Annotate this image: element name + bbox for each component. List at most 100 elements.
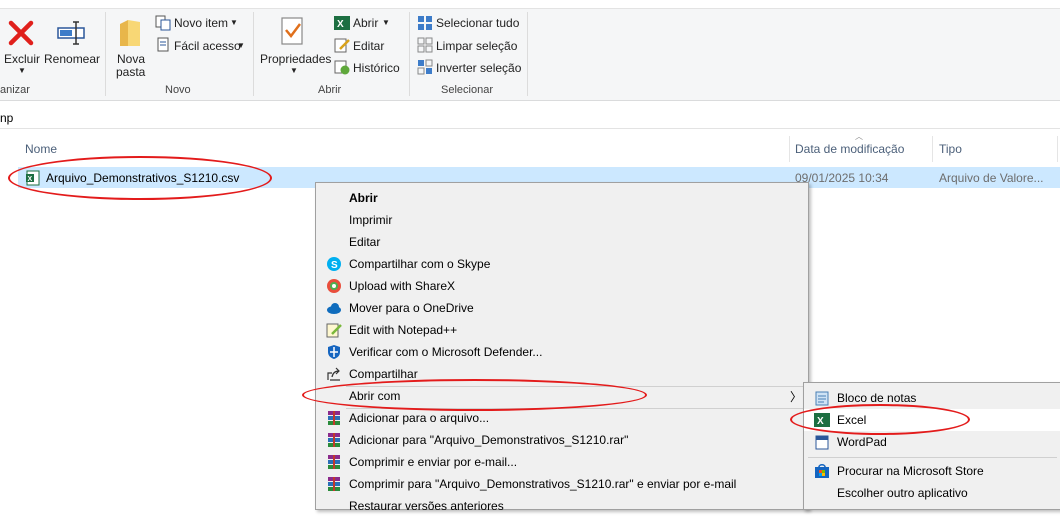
defender-shield-icon [328, 345, 340, 359]
menu-item-editar[interactable]: Editar [316, 231, 808, 253]
inverter-selecao-button[interactable]: Inverter seleção [417, 59, 523, 77]
ribbon-divider [527, 12, 528, 96]
historico-button[interactable]: Histórico [334, 59, 404, 77]
column-header-tipo[interactable]: Tipo [939, 142, 962, 156]
chevron-right-icon: 〉 [790, 390, 803, 404]
nova-pasta-label-1: Nova [117, 52, 146, 66]
delete-x-icon [8, 20, 34, 46]
submenu-item-excel[interactable]: X Excel [804, 409, 1060, 431]
menu-item-onedrive[interactable]: Mover para o OneDrive [316, 297, 808, 319]
menu-item-skype[interactable]: S Compartilhar com o Skype [316, 253, 808, 275]
file-name[interactable]: Arquivo_Demonstrativos_S1210.csv [46, 171, 239, 185]
menu-item-restaurar[interactable]: Restaurar versões anteriores [316, 495, 808, 517]
menu-item-winrar-email[interactable]: Comprimir e enviar por e-mail... [316, 451, 808, 473]
menu-item-abrir-com[interactable]: Abrir com 〉 [316, 385, 808, 407]
chevron-down-icon: ▼ [237, 41, 245, 50]
group-label-novo: Novo [165, 84, 191, 96]
ribbon-divider [105, 12, 106, 96]
winrar-icon [328, 411, 340, 425]
svg-text:X: X [817, 416, 824, 427]
nova-pasta-button[interactable]: Nova pasta [110, 14, 150, 80]
menu-item-defender[interactable]: Verificar com o Microsoft Defender... [316, 341, 808, 363]
nova-pasta-label-2: pasta [116, 65, 146, 79]
sharex-icon [327, 279, 341, 293]
address-bar[interactable]: np [0, 108, 1060, 129]
menu-item-compartilhar[interactable]: Compartilhar [316, 363, 808, 385]
easy-access-icon [157, 37, 169, 52]
submenu-item-microsoft-store[interactable]: Procurar na Microsoft Store [804, 460, 1060, 482]
ribbon-top-strip [0, 0, 1060, 9]
skype-icon: S [327, 257, 341, 271]
abrir-button[interactable]: X Abrir ▼ [334, 15, 396, 33]
renomear-label: Renomear [44, 52, 101, 66]
facil-acesso-button[interactable]: Fácil acesso ▼ [154, 37, 246, 55]
column-divider[interactable] [932, 136, 933, 162]
select-all-icon [418, 16, 432, 30]
group-label-organizar: anizar [0, 84, 30, 96]
edit-icon [334, 38, 350, 53]
address-text: np [0, 111, 14, 125]
menu-item-winrar-add-rar[interactable]: Adicionar para "Arquivo_Demonstrativos_S… [316, 429, 808, 451]
menu-separator [808, 457, 1057, 458]
wordpad-icon [815, 435, 829, 450]
submenu-item-bloco-de-notas[interactable]: Bloco de notas [804, 387, 1060, 409]
onedrive-cloud-icon [327, 303, 341, 314]
excel-icon: X [334, 16, 350, 30]
selecionar-tudo-label: Selecionar tudo [436, 16, 520, 30]
svg-text:X: X [28, 176, 33, 183]
chevron-down-icon: ▼ [230, 18, 238, 27]
limpar-selecao-label: Limpar seleção [436, 39, 518, 53]
historico-label: Histórico [353, 61, 400, 75]
propriedades-button[interactable]: Propriedades ▼ [258, 14, 332, 80]
menu-item-sharex[interactable]: Upload with ShareX [316, 275, 808, 297]
editar-button[interactable]: Editar [334, 37, 394, 55]
sort-chevron-icon: ︿ [855, 132, 863, 141]
novo-item-button[interactable]: Novo item ▼ [154, 15, 244, 33]
group-label-abrir: Abrir [318, 84, 342, 96]
clear-selection-icon [417, 37, 433, 53]
selecionar-tudo-button[interactable]: Selecionar tudo [417, 15, 523, 33]
history-icon [334, 60, 350, 75]
winrar-icon [328, 433, 340, 447]
menu-item-winrar-add[interactable]: Adicionar para o arquivo... [316, 407, 808, 429]
ribbon-divider [409, 12, 410, 96]
menu-item-notepadpp[interactable]: Edit with Notepad++ [316, 319, 808, 341]
invert-selection-icon [417, 59, 433, 75]
renomear-button[interactable]: Renomear [44, 14, 100, 80]
menu-item-imprimir[interactable]: Imprimir [316, 209, 808, 231]
editar-label: Editar [353, 39, 385, 53]
column-divider[interactable] [789, 136, 790, 162]
winrar-icon [328, 455, 340, 469]
open-with-submenu: Bloco de notas X Excel WordPad Procurar … [803, 382, 1060, 510]
submenu-item-escolher-outro[interactable]: Escolher outro aplicativo [804, 482, 1060, 504]
menu-item-winrar-rar-email[interactable]: Comprimir para "Arquivo_Demonstrativos_S… [316, 473, 808, 495]
svg-text:S: S [331, 260, 338, 271]
abrir-label: Abrir [353, 16, 379, 30]
excel-icon: X [814, 413, 830, 427]
file-type: Arquivo de Valore... [939, 171, 1044, 185]
excluir-label: Excluir [4, 52, 41, 66]
file-date: 09/01/2025 10:34 [795, 171, 889, 185]
propriedades-label: Propriedades [260, 52, 332, 66]
chevron-down-icon: ▼ [290, 66, 298, 75]
chevron-down-icon: ▼ [18, 66, 26, 75]
column-divider[interactable] [1057, 136, 1058, 162]
inverter-selecao-label: Inverter seleção [436, 61, 522, 75]
winrar-icon [328, 477, 340, 491]
context-menu: Abrir Imprimir Editar S Compartilhar com… [315, 182, 809, 513]
group-label-selecionar: Selecionar [441, 84, 493, 96]
ribbon-divider [253, 12, 254, 96]
rename-icon [57, 21, 85, 45]
notepadpp-icon [326, 323, 342, 338]
facil-acesso-label: Fácil acesso [174, 39, 241, 53]
menu-item-abrir[interactable]: Abrir [316, 187, 808, 209]
column-header-nome[interactable]: Nome [25, 142, 57, 156]
submenu-item-wordpad[interactable]: WordPad [804, 431, 1060, 453]
new-item-icon [155, 15, 171, 31]
svg-text:X: X [337, 19, 344, 30]
csv-excel-file-icon: X [26, 170, 40, 186]
limpar-selecao-button[interactable]: Limpar seleção [417, 37, 517, 55]
share-icon [327, 367, 340, 381]
column-header-data[interactable]: Data de modificação [795, 142, 904, 156]
excluir-button[interactable]: Excluir ▼ [2, 14, 40, 80]
